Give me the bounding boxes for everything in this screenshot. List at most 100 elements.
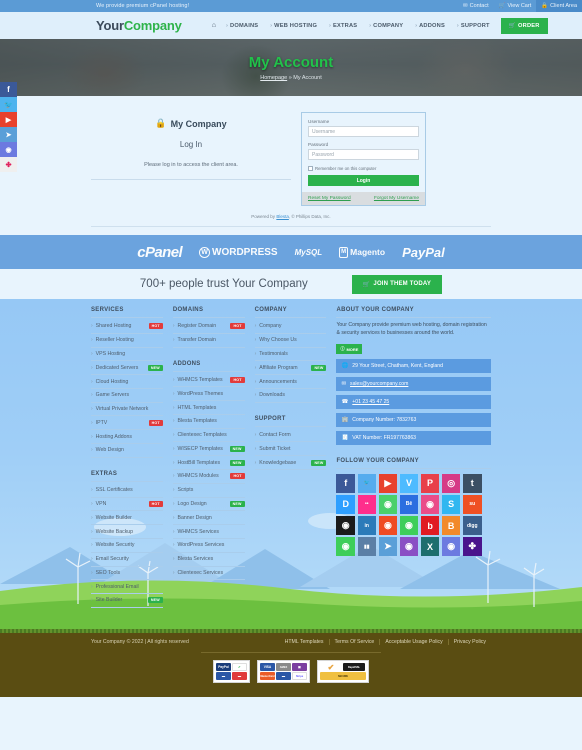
nav-item-extras[interactable]: › EXTRAS bbox=[323, 23, 363, 29]
more-button[interactable]: ⓘ MORE bbox=[336, 344, 363, 355]
top-link-view-cart[interactable]: 🛒 View Cart bbox=[494, 0, 537, 12]
discord-icon[interactable]: ◉ bbox=[441, 537, 461, 556]
services-item[interactable]: › VPS Hosting bbox=[91, 348, 163, 362]
addons-item[interactable]: › Logo Design NEW bbox=[172, 498, 245, 512]
dribbble-icon[interactable]: ◉ bbox=[420, 495, 440, 514]
domains-item[interactable]: › Register Domain HOT bbox=[172, 320, 245, 334]
twitter-icon[interactable]: 🐦 bbox=[0, 97, 17, 112]
addons-item[interactable]: › Clientexec Services bbox=[172, 567, 245, 581]
addons-item[interactable]: › Banner Design bbox=[172, 511, 245, 526]
extras-item[interactable]: › Website Builder bbox=[91, 511, 163, 526]
addons-item[interactable]: › WHMCS Modules HOT bbox=[172, 470, 245, 484]
bebo-icon[interactable]: b bbox=[420, 516, 440, 535]
whatsapp-icon[interactable]: ◉ bbox=[399, 516, 419, 535]
extras-item[interactable]: › Email Security bbox=[91, 553, 163, 567]
site-logo[interactable]: YourCompany bbox=[96, 18, 182, 33]
contact-text[interactable]: sales@yourcompany.com bbox=[350, 381, 408, 387]
services-item[interactable]: › Cloud Hosting bbox=[91, 375, 163, 389]
facebook-icon[interactable]: f bbox=[336, 474, 355, 493]
services-item[interactable]: › Hosting Addons bbox=[91, 430, 163, 445]
support-item[interactable]: › Submit Ticket bbox=[254, 442, 327, 457]
contact-row[interactable]: ☎ +01 23 45 47 25 bbox=[336, 395, 492, 410]
stumbleupon-icon[interactable]: su bbox=[463, 495, 482, 514]
addons-item[interactable]: › Blesta Templates bbox=[172, 415, 245, 429]
extras-item[interactable]: › Professional Email bbox=[91, 580, 163, 595]
footer-link-html-templates[interactable]: HTML Templates bbox=[280, 639, 329, 645]
viber-icon[interactable]: ◉ bbox=[399, 537, 419, 556]
password-input[interactable]: Password bbox=[308, 149, 419, 160]
extras-item[interactable]: › SSL Certificates bbox=[91, 484, 163, 498]
digg-icon[interactable]: digg bbox=[463, 516, 482, 535]
services-item[interactable]: › Game Servers bbox=[91, 389, 163, 403]
company-item[interactable]: › Affiliate Program NEW bbox=[254, 361, 327, 376]
tumblr-icon[interactable]: t bbox=[463, 474, 482, 493]
services-item[interactable]: › Virtual Private Network bbox=[91, 403, 163, 417]
reset-password-link[interactable]: Reset My Password bbox=[308, 196, 351, 201]
addons-item[interactable]: › HTML Templates bbox=[172, 401, 245, 415]
flickr-icon[interactable]: •• bbox=[357, 495, 377, 514]
wechat-icon[interactable]: ◉ bbox=[378, 495, 398, 514]
reddit-icon[interactable]: ◉ bbox=[378, 516, 398, 535]
domains-item[interactable]: › Transfer Domain bbox=[172, 334, 245, 348]
footer-link-terms[interactable]: Terms Of Service bbox=[328, 639, 380, 645]
username-input[interactable]: Username bbox=[308, 126, 419, 137]
line-icon[interactable]: ◉ bbox=[336, 537, 355, 556]
extras-item[interactable]: › Site Builder NEW bbox=[91, 594, 163, 608]
contact-row[interactable]: ✉ sales@yourcompany.com bbox=[336, 377, 492, 392]
remember-me-checkbox[interactable] bbox=[308, 166, 313, 171]
company-item[interactable]: › Why Choose Us bbox=[254, 334, 327, 348]
nav-item-domains[interactable]: › DOMAINS bbox=[220, 23, 264, 29]
skype-icon[interactable]: S bbox=[441, 495, 461, 514]
company-item[interactable]: › Company bbox=[254, 320, 327, 334]
login-submit-button[interactable]: Login bbox=[308, 175, 419, 186]
blogger-icon[interactable]: B bbox=[441, 516, 461, 535]
nav-item-addons[interactable]: › ADDONS bbox=[409, 23, 451, 29]
services-item[interactable]: › Web Design bbox=[91, 444, 163, 458]
remember-me-row[interactable]: Remember me on this computer bbox=[308, 166, 419, 171]
breadcrumb-home[interactable]: Homepage bbox=[260, 75, 287, 81]
telegram-icon[interactable]: ➤ bbox=[378, 537, 398, 556]
nav-item-company[interactable]: › COMPANY bbox=[363, 23, 409, 29]
xing-icon[interactable]: X bbox=[420, 537, 440, 556]
nav-item-web-hosting[interactable]: › WEB HOSTING bbox=[264, 23, 323, 29]
behance-icon[interactable]: Bē bbox=[399, 495, 419, 514]
vimeo-icon[interactable]: V bbox=[399, 474, 419, 493]
github-icon[interactable]: ◉ bbox=[336, 516, 355, 535]
youtube-icon[interactable]: ▶ bbox=[0, 112, 17, 127]
addons-item[interactable]: › Blesta Services bbox=[172, 553, 245, 567]
facebook-icon[interactable]: f bbox=[0, 82, 17, 97]
powered-link[interactable]: Blesta bbox=[276, 214, 289, 219]
services-item[interactable]: › Dedicated Servers NEW bbox=[91, 361, 163, 376]
slack-icon[interactable]: ✤ bbox=[0, 157, 17, 172]
disqus-icon[interactable]: D bbox=[336, 495, 355, 514]
addons-item[interactable]: › WordPress Services bbox=[172, 539, 245, 553]
discord-icon[interactable]: ◉ bbox=[0, 142, 17, 157]
extras-item[interactable]: › Website Security bbox=[91, 539, 163, 553]
company-item[interactable]: › Testimonials bbox=[254, 348, 327, 362]
footer-link-acceptable-usage[interactable]: Acceptable Usage Policy bbox=[379, 639, 447, 645]
youtube-icon[interactable]: ▶ bbox=[378, 474, 398, 493]
join-today-button[interactable]: 🛒 JOIN THEM TODAY bbox=[351, 274, 443, 294]
addons-item[interactable]: › Scripts bbox=[172, 484, 245, 498]
myspace-icon[interactable]: ▮▮ bbox=[357, 537, 377, 556]
nav-item-support[interactable]: › SUPPORT bbox=[451, 23, 496, 29]
extras-item[interactable]: › VPN HOT bbox=[91, 498, 163, 512]
linkedin-icon[interactable]: in bbox=[357, 516, 377, 535]
order-button[interactable]: 🛒 ORDER bbox=[500, 17, 548, 34]
pinterest-icon[interactable]: P bbox=[420, 474, 440, 493]
addons-item[interactable]: › HostBill Templates NEW bbox=[172, 456, 245, 471]
telegram-icon[interactable]: ➤ bbox=[0, 127, 17, 142]
forgot-username-link[interactable]: Forgot My Username bbox=[374, 196, 419, 201]
extras-item[interactable]: › SEO Tools bbox=[91, 567, 163, 581]
nav-home-icon-link[interactable]: ⌂ bbox=[208, 22, 220, 29]
support-item[interactable]: › Contact Form bbox=[254, 429, 327, 443]
services-item[interactable]: › Reseller Hosting bbox=[91, 334, 163, 348]
extras-item[interactable]: › Website Backup bbox=[91, 525, 163, 539]
company-item[interactable]: › Downloads bbox=[254, 389, 327, 403]
top-link-client-area[interactable]: 🔒 Client Area bbox=[536, 0, 582, 12]
footer-link-privacy[interactable]: Privacy Policy bbox=[447, 639, 491, 645]
addons-item[interactable]: › WISECP Templates NEW bbox=[172, 442, 245, 457]
addons-item[interactable]: › WHMCS Services bbox=[172, 525, 245, 539]
services-item[interactable]: › Shared Hosting HOT bbox=[91, 320, 163, 334]
slack-icon[interactable]: ✤ bbox=[463, 537, 482, 556]
